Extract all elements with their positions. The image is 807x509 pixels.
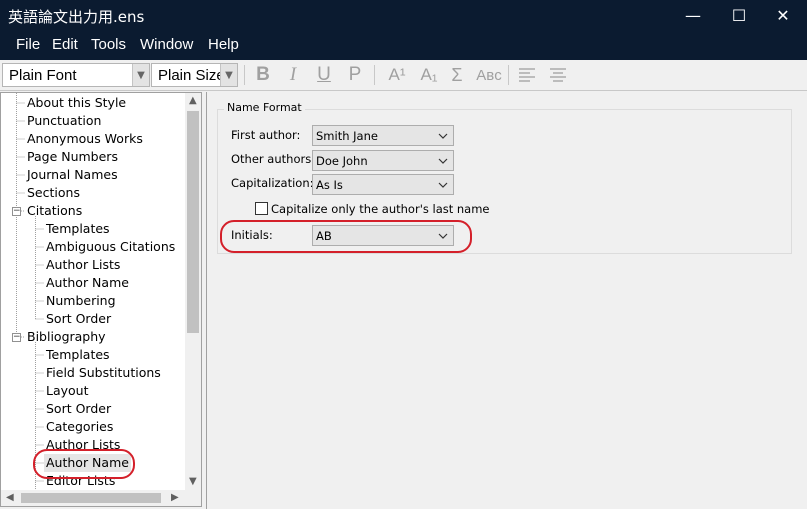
tree-horizontal-scrollbar[interactable]: ◀ ▶ — [1, 490, 201, 506]
tree-item-journal-names[interactable]: Journal Names — [27, 166, 118, 184]
minimize-button[interactable]: — — [670, 0, 716, 30]
window-title: 英語論文出力用.ens — [8, 8, 145, 26]
tree-item-sections[interactable]: Sections — [27, 184, 80, 202]
other-authors-value: Doe John — [316, 154, 368, 168]
close-button[interactable]: ✕ — [760, 0, 806, 30]
menu-edit[interactable]: Edit — [52, 36, 78, 53]
tree-item-bibliography[interactable]: Bibliography — [27, 328, 106, 346]
capitalization-label: Capitalization: — [231, 176, 314, 190]
font-select[interactable]: Plain Font ▼ — [2, 63, 150, 87]
chevron-down-icon[interactable]: ▼ — [132, 64, 149, 86]
name-format-title: Name Format — [224, 101, 305, 114]
tree-item-ambiguous-citations[interactable]: Ambiguous Citations — [46, 238, 175, 256]
menu-help[interactable]: Help — [208, 36, 239, 53]
scroll-right-icon[interactable]: ▶ — [171, 492, 179, 503]
highlight-initials — [220, 220, 472, 253]
align-center-button[interactable] — [547, 64, 569, 86]
tree-item-bibliography-templates[interactable]: Templates — [46, 346, 110, 364]
align-left-icon — [519, 68, 535, 82]
tree-item-punctuation[interactable]: Punctuation — [27, 112, 101, 130]
tree-item-bibliography-sort-order[interactable]: Sort Order — [46, 400, 111, 418]
tree-vertical-scrollbar[interactable]: ▲ ▼ — [185, 93, 201, 491]
align-left-button[interactable] — [516, 64, 538, 86]
size-select-value: Plain Size — [158, 67, 225, 84]
tree-item-layout[interactable]: Layout — [46, 382, 89, 400]
tree-item-citations-templates[interactable]: Templates — [46, 220, 110, 238]
collapse-bibliography-icon[interactable]: − — [12, 333, 21, 342]
capitalize-last-name-checkbox[interactable] — [255, 202, 268, 215]
format-toolbar: Plain Font ▼ Plain Size ▼ B I U P A¹ A₁ … — [0, 60, 807, 91]
menu-window[interactable]: Window — [140, 36, 193, 53]
other-authors-label: Other authors: — [231, 152, 316, 166]
font-select-value: Plain Font — [9, 67, 77, 84]
capitalization-value: As Is — [316, 178, 343, 192]
bold-button[interactable]: B — [252, 64, 274, 86]
scroll-down-icon[interactable]: ▼ — [189, 476, 197, 487]
chevron-down-icon — [438, 133, 448, 139]
horizontal-scroll-thumb[interactable] — [21, 493, 161, 503]
tree-item-field-substitutions[interactable]: Field Substitutions — [46, 364, 161, 382]
menu-file[interactable]: File — [16, 36, 40, 53]
vertical-scroll-thumb[interactable] — [187, 111, 199, 333]
subscript-button[interactable]: A₁ — [418, 64, 440, 86]
tree-item-numbering[interactable]: Numbering — [46, 292, 116, 310]
tree-item-citations-sort-order[interactable]: Sort Order — [46, 310, 111, 328]
italic-button[interactable]: I — [282, 64, 304, 86]
title-bar: 英語論文出力用.ens — ☐ ✕ — [0, 0, 807, 30]
tree-item-about[interactable]: About this Style — [27, 94, 126, 112]
maximize-button[interactable]: ☐ — [716, 0, 762, 30]
other-authors-select[interactable]: Doe John — [312, 150, 454, 171]
settings-panel: Name Format First author: Smith Jane Oth… — [206, 92, 807, 509]
align-center-icon — [550, 68, 566, 82]
highlight-author-name — [33, 449, 135, 479]
tree-item-citations-author-name[interactable]: Author Name — [46, 274, 129, 292]
chevron-down-icon — [438, 182, 448, 188]
plain-button[interactable]: P — [344, 64, 366, 86]
toolbar-divider — [374, 65, 375, 85]
tree-item-page-numbers[interactable]: Page Numbers — [27, 148, 118, 166]
capitalize-last-name-label[interactable]: Capitalize only the author's last name — [271, 202, 490, 216]
small-caps-button[interactable]: Aʙᴄ — [474, 64, 504, 86]
scroll-up-icon[interactable]: ▲ — [189, 95, 197, 106]
toolbar-divider — [508, 65, 509, 85]
menu-bar: File Edit Tools Window Help — [0, 30, 807, 60]
tree-item-categories[interactable]: Categories — [46, 418, 113, 436]
chevron-down-icon — [438, 158, 448, 164]
symbol-button[interactable]: Σ — [446, 64, 468, 86]
collapse-citations-icon[interactable]: − — [12, 207, 21, 216]
tree-item-citations[interactable]: Citations — [27, 202, 82, 220]
capitalization-select[interactable]: As Is — [312, 174, 454, 195]
first-author-value: Smith Jane — [316, 129, 378, 143]
underline-button[interactable]: U — [313, 64, 335, 86]
tree-item-citations-author-lists[interactable]: Author Lists — [46, 256, 120, 274]
chevron-down-icon[interactable]: ▼ — [220, 64, 237, 86]
tree-item-anonymous-works[interactable]: Anonymous Works — [27, 130, 143, 148]
first-author-select[interactable]: Smith Jane — [312, 125, 454, 146]
first-author-label: First author: — [231, 128, 301, 142]
size-select[interactable]: Plain Size ▼ — [151, 63, 238, 87]
superscript-button[interactable]: A¹ — [386, 64, 408, 86]
style-tree: About this Style Punctuation Anonymous W… — [0, 92, 202, 507]
toolbar-divider — [244, 65, 245, 85]
menu-tools[interactable]: Tools — [91, 36, 126, 53]
scroll-left-icon[interactable]: ◀ — [6, 492, 14, 503]
